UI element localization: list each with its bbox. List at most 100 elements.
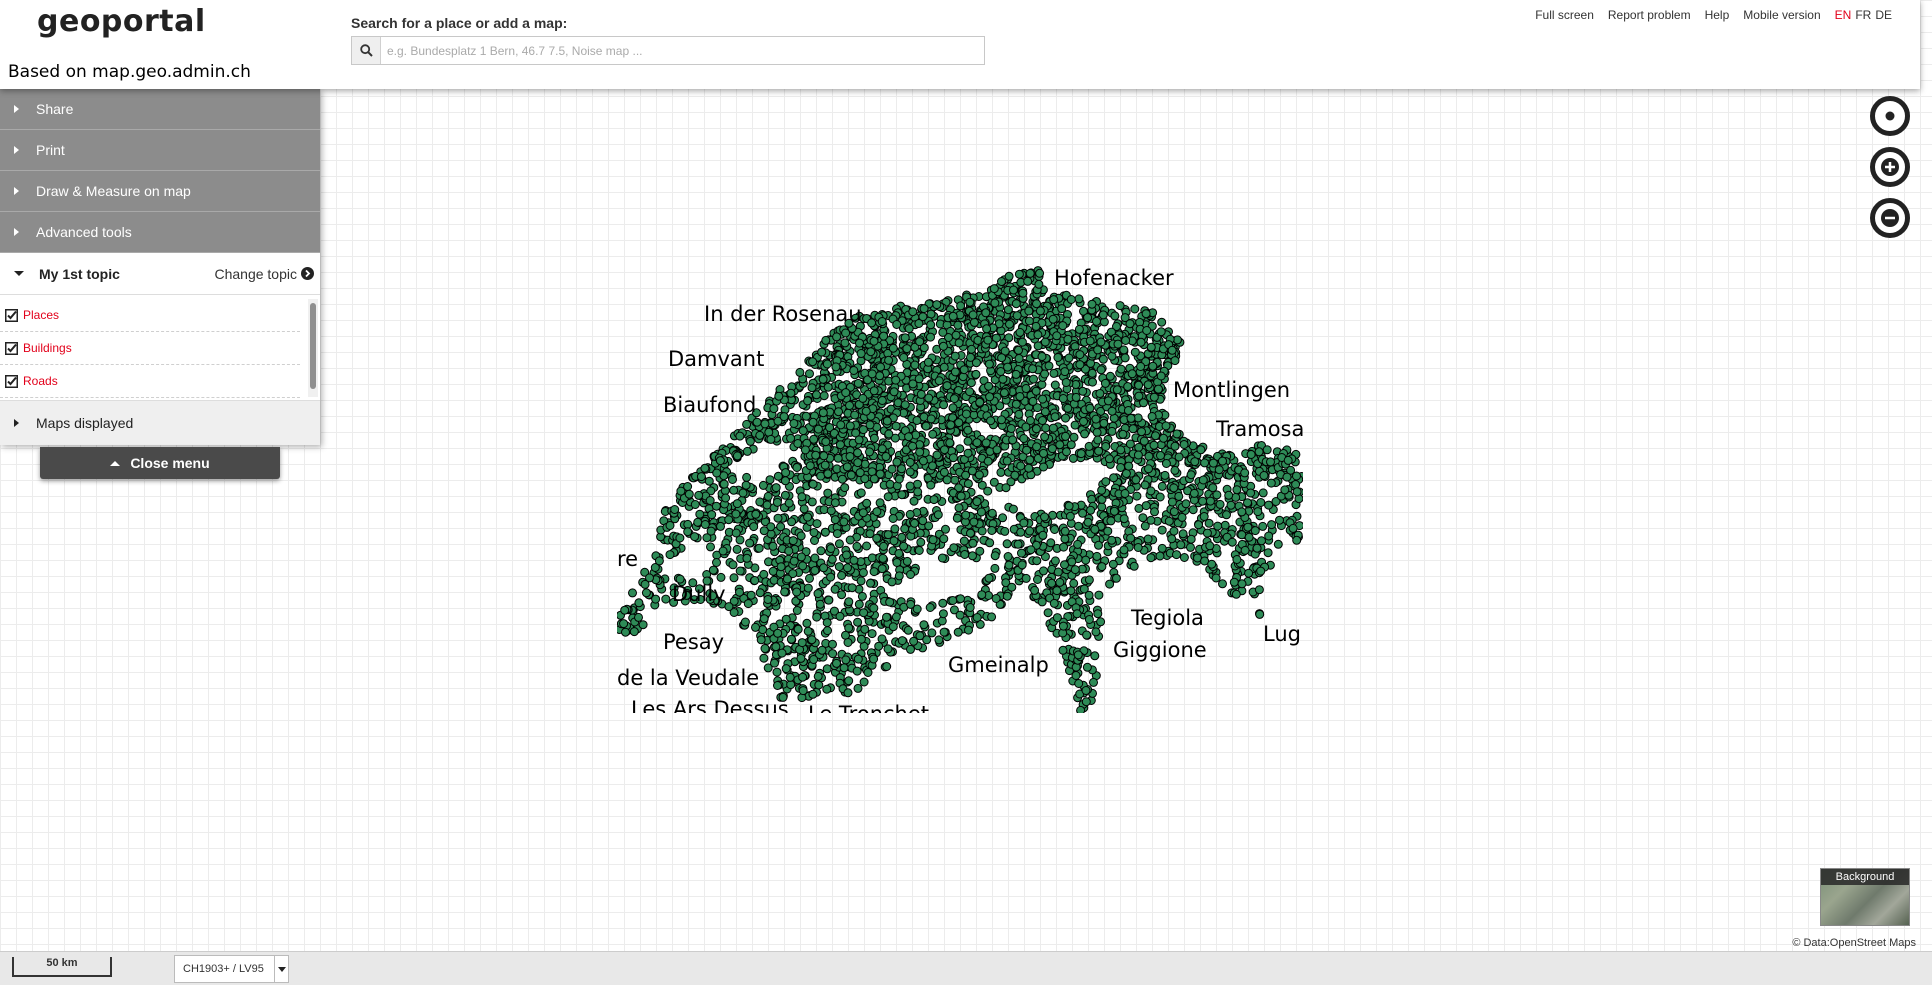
place-point <box>654 556 664 566</box>
place-point <box>1144 464 1153 474</box>
place-point <box>1097 562 1107 572</box>
report-problem-link[interactable]: Report problem <box>1608 8 1691 22</box>
layer-item-places[interactable]: Places <box>0 299 300 332</box>
place-point <box>837 474 847 484</box>
background-switcher[interactable]: Background <box>1820 868 1910 926</box>
layer-item-roads[interactable]: Roads <box>0 365 300 398</box>
menu-share[interactable]: Share <box>0 89 320 130</box>
search-button[interactable] <box>352 37 381 64</box>
scrollbar-thumb[interactable] <box>310 303 316 389</box>
place-point <box>831 362 841 372</box>
place-point <box>889 387 899 397</box>
place-point <box>877 396 887 405</box>
place-point <box>1064 353 1074 363</box>
topic-header[interactable]: My 1st topic Change topic <box>0 253 320 295</box>
menu-draw-measure[interactable]: Draw & Measure on map <box>0 171 320 212</box>
place-point <box>755 430 765 440</box>
place-point <box>1130 304 1140 314</box>
lang-en[interactable]: EN <box>1835 8 1852 22</box>
place-point <box>1011 369 1021 379</box>
place-point <box>900 400 910 410</box>
help-link[interactable]: Help <box>1705 8 1730 22</box>
maps-displayed-toggle[interactable]: Maps displayed <box>0 401 320 445</box>
place-point <box>974 470 984 480</box>
place-point <box>948 453 958 463</box>
change-topic-button[interactable]: Change topic <box>214 266 314 282</box>
place-point <box>928 429 938 439</box>
place-point <box>690 532 700 542</box>
place-point <box>789 556 799 566</box>
zoom-in-button[interactable] <box>1870 147 1910 187</box>
place-point <box>810 566 820 575</box>
lang-fr[interactable]: FR <box>1855 8 1871 22</box>
mobile-version-link[interactable]: Mobile version <box>1743 8 1820 22</box>
place-point <box>1232 555 1242 564</box>
menu-advanced-tools[interactable]: Advanced tools <box>0 212 320 253</box>
checkbox-checked-icon[interactable] <box>5 341 18 355</box>
zoom-in-icon <box>1881 158 1899 176</box>
place-point <box>905 457 915 467</box>
place-point <box>810 536 819 545</box>
place-point <box>1156 371 1166 381</box>
place-point <box>1123 382 1133 391</box>
place-point <box>1081 555 1091 565</box>
place-point <box>1146 553 1156 563</box>
place-point <box>809 434 819 444</box>
place-point <box>878 553 888 563</box>
menu-print[interactable]: Print <box>0 130 320 171</box>
layer-list-scrollbar[interactable] <box>308 299 318 397</box>
place-point <box>1059 542 1069 552</box>
attribution-link[interactable]: © Data:OpenStreet Maps <box>1792 937 1916 949</box>
place-point <box>932 450 942 460</box>
place-point <box>803 512 813 522</box>
zoom-out-button[interactable] <box>1870 198 1910 238</box>
place-point <box>1288 523 1298 533</box>
place-point <box>879 541 889 551</box>
place-point <box>1275 515 1284 525</box>
place-point <box>1052 613 1062 623</box>
place-point <box>1126 533 1136 543</box>
app-logo[interactable]: geoportal <box>37 4 206 39</box>
search-label: Search for a place or add a map: <box>351 15 568 31</box>
place-point <box>981 308 991 318</box>
place-point <box>1038 394 1048 404</box>
place-point <box>807 635 817 645</box>
layer-item-buildings[interactable]: Buildings <box>0 332 300 365</box>
place-point <box>1170 465 1180 475</box>
place-point <box>1131 475 1141 485</box>
locate-button[interactable] <box>1870 96 1910 136</box>
full-screen-link[interactable]: Full screen <box>1535 8 1594 22</box>
place-point <box>972 438 982 448</box>
place-point <box>909 496 919 506</box>
place-point <box>1040 337 1050 347</box>
place-point <box>795 367 805 377</box>
search-input[interactable] <box>381 37 984 64</box>
place-point <box>921 421 931 431</box>
place-point <box>963 436 973 446</box>
place-point <box>1065 511 1075 521</box>
place-point <box>1070 565 1080 575</box>
place-point <box>998 513 1008 523</box>
place-point <box>1074 294 1084 304</box>
lang-de[interactable]: DE <box>1875 8 1892 22</box>
place-point <box>1063 403 1073 413</box>
place-point <box>828 639 837 649</box>
place-point <box>1002 456 1012 466</box>
place-point <box>1085 336 1095 346</box>
place-point <box>1157 481 1167 491</box>
checkbox-checked-icon[interactable] <box>5 374 18 388</box>
place-point <box>1009 285 1018 295</box>
projection-select[interactable]: CH1903+ / LV95 <box>174 955 289 983</box>
place-point <box>887 464 897 474</box>
place-point <box>819 505 829 515</box>
place-point <box>786 433 796 443</box>
place-point <box>985 538 995 548</box>
place-point <box>968 538 978 548</box>
place-point <box>822 618 832 628</box>
place-point <box>1215 499 1225 509</box>
place-point <box>852 666 862 676</box>
checkbox-checked-icon[interactable] <box>5 308 18 322</box>
place-point <box>759 653 769 663</box>
close-menu-button[interactable]: Close menu <box>40 447 280 479</box>
place-point <box>903 625 913 635</box>
